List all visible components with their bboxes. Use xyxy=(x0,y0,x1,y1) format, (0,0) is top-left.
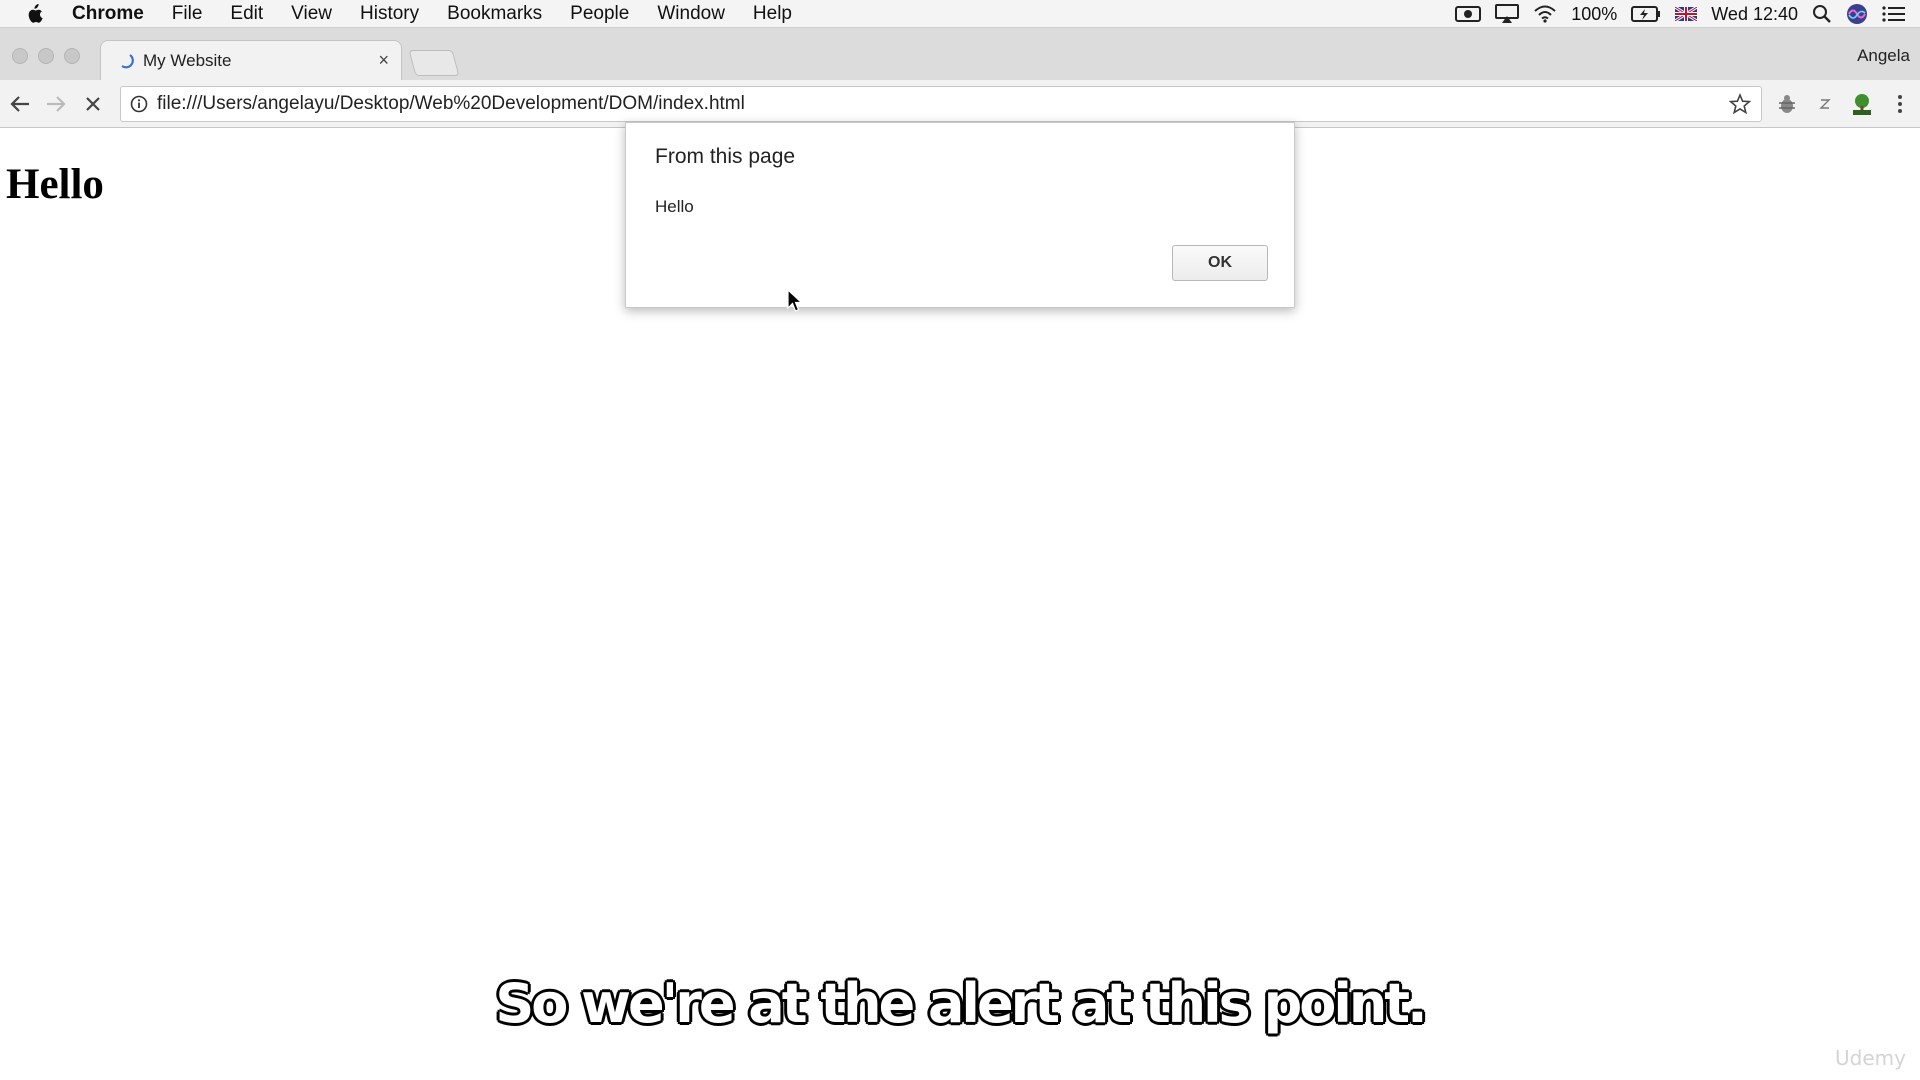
menu-window[interactable]: Window xyxy=(643,3,739,25)
menu-view[interactable]: View xyxy=(277,3,346,25)
menu-help[interactable]: Help xyxy=(739,3,806,25)
apple-icon[interactable] xyxy=(20,3,48,24)
menu-bookmarks[interactable]: Bookmarks xyxy=(433,3,556,25)
search-icon[interactable] xyxy=(1812,4,1832,24)
mouse-cursor-icon xyxy=(787,289,803,312)
alert-title: From this page xyxy=(655,145,796,168)
tab-title: My Website xyxy=(143,50,232,70)
wifi-icon[interactable] xyxy=(1533,5,1557,23)
video-subtitle: So we're at the alert at this point. xyxy=(495,972,1427,1035)
menu-file[interactable]: File xyxy=(158,3,217,25)
menubar-clock[interactable]: Wed 12:40 xyxy=(1711,4,1798,25)
battery-icon[interactable] xyxy=(1631,6,1661,22)
mac-menubar: Chrome File Edit View History Bookmarks … xyxy=(0,0,1920,28)
menubar-status-area: 100% Wed 12:40 xyxy=(1455,0,1906,28)
html-tree-extension-icon[interactable] xyxy=(1850,92,1874,116)
camera-icon[interactable] xyxy=(1455,5,1482,23)
alert-message: Hello xyxy=(655,197,694,216)
ok-button[interactable]: OK xyxy=(1172,245,1268,281)
uk-flag-icon[interactable] xyxy=(1675,7,1698,21)
z-extension-icon[interactable] xyxy=(1813,92,1837,116)
new-tab-button[interactable] xyxy=(408,50,460,76)
back-arrow-icon[interactable] xyxy=(8,92,32,116)
bug-extension-icon[interactable] xyxy=(1775,92,1799,116)
airplay-icon[interactable] xyxy=(1495,4,1520,24)
profile-name[interactable]: Angela xyxy=(1857,46,1910,66)
menu-edit[interactable]: Edit xyxy=(216,3,277,25)
alert-dialog: From this page Hello OK xyxy=(625,122,1295,308)
loading-spinner-icon xyxy=(119,53,135,69)
list-icon[interactable] xyxy=(1882,5,1906,23)
more-menu-icon[interactable] xyxy=(1888,92,1912,116)
close-window-button[interactable] xyxy=(12,48,28,64)
menu-people[interactable]: People xyxy=(556,3,643,25)
address-bar[interactable]: file:///Users/angelayu/Desktop/Web%20Dev… xyxy=(120,86,1762,122)
info-icon[interactable] xyxy=(129,94,149,114)
url-text[interactable]: file:///Users/angelayu/Desktop/Web%20Dev… xyxy=(157,93,1727,115)
udemy-watermark: Udemy xyxy=(1835,1046,1906,1070)
tab-my-website[interactable]: My Website × xyxy=(100,40,402,80)
minimize-window-button[interactable] xyxy=(38,48,54,64)
screen: Chrome File Edit View History Bookmarks … xyxy=(0,0,1920,1080)
zoom-window-button[interactable] xyxy=(64,48,80,64)
browser-toolbar: file:///Users/angelayu/Desktop/Web%20Dev… xyxy=(0,80,1920,128)
page-heading: Hello xyxy=(6,161,104,208)
battery-percent: 100% xyxy=(1571,3,1618,24)
bookmark-star-icon[interactable] xyxy=(1727,93,1753,115)
tab-strip: My Website × Angela xyxy=(0,28,1920,80)
tab-close-icon[interactable]: × xyxy=(378,50,389,71)
window-controls xyxy=(12,48,80,64)
menu-app-name[interactable]: Chrome xyxy=(58,3,158,25)
stop-loading-icon[interactable] xyxy=(81,92,105,116)
menu-history[interactable]: History xyxy=(346,3,433,25)
siri-icon[interactable] xyxy=(1846,3,1868,25)
forward-arrow-icon[interactable] xyxy=(44,92,68,116)
